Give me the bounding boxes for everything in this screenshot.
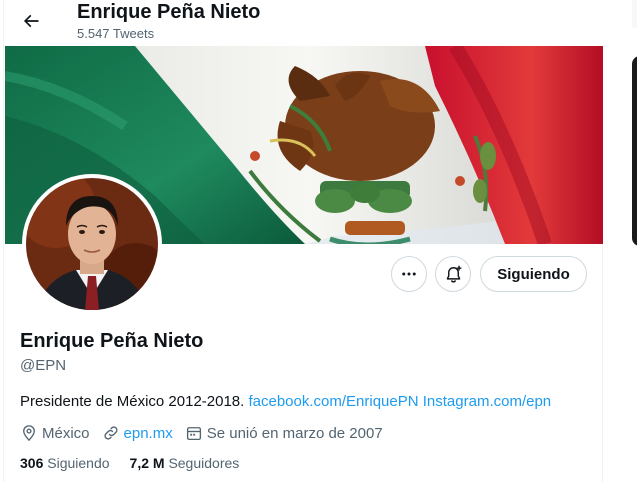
right-panel-card — [632, 56, 637, 246]
following-label: Siguiendo — [47, 455, 110, 471]
notifications-button[interactable] — [435, 256, 471, 292]
following-link[interactable]: 306 Siguiendo — [20, 455, 110, 471]
followers-count: 7,2 M — [129, 455, 165, 471]
profile-avatar[interactable] — [22, 174, 162, 314]
more-icon — [402, 272, 416, 276]
location-pin-icon — [23, 425, 35, 442]
following-count: 306 — [20, 455, 44, 471]
profile-handle: @EPN — [20, 357, 67, 374]
location-item: México — [20, 424, 90, 442]
website-link[interactable]: epn.mx — [124, 425, 173, 442]
bell-plus-icon — [446, 265, 461, 283]
avatar-photo — [26, 178, 158, 310]
header-title: Enrique Peña Nieto — [77, 1, 261, 23]
link-icon — [103, 426, 118, 440]
profile-bio: Presidente de México 2012-2018. facebook… — [20, 393, 551, 410]
joined-text: Se unió en marzo de 2007 — [206, 424, 383, 442]
website-item: epn.mx — [102, 424, 173, 442]
follow-stats: 306 Siguiendo 7,2 M Seguidores — [20, 455, 259, 471]
back-button[interactable] — [16, 6, 46, 36]
more-options-button[interactable] — [391, 256, 427, 292]
profile-header: Enrique Peña Nieto 5.547 Tweets — [4, 0, 604, 46]
joined-item: Se unió en marzo de 2007 — [185, 424, 383, 442]
arrow-left-icon — [23, 14, 39, 28]
calendar-icon — [186, 427, 201, 441]
profile-column: Enrique Peña Nieto 5.547 Tweets Siguiend… — [3, 0, 604, 482]
bio-link-facebook[interactable]: facebook.com/EnriquePN — [248, 393, 418, 410]
profile-meta: México epn.mx Se unió en marzo de 2007 — [20, 424, 395, 442]
right-panel-search — [632, 0, 637, 28]
tweet-count: 5.547 Tweets — [77, 26, 155, 41]
profile-name: Enrique Peña Nieto — [20, 330, 204, 352]
followers-label: Seguidores — [168, 455, 240, 471]
bio-link-instagram[interactable]: Instagram.com/epn — [423, 393, 551, 410]
following-button[interactable]: Siguiendo — [480, 256, 587, 292]
followers-link[interactable]: 7,2 M Seguidores — [130, 455, 240, 471]
bio-text: Presidente de México 2012-2018. — [20, 393, 249, 410]
location-text: México — [42, 424, 90, 442]
